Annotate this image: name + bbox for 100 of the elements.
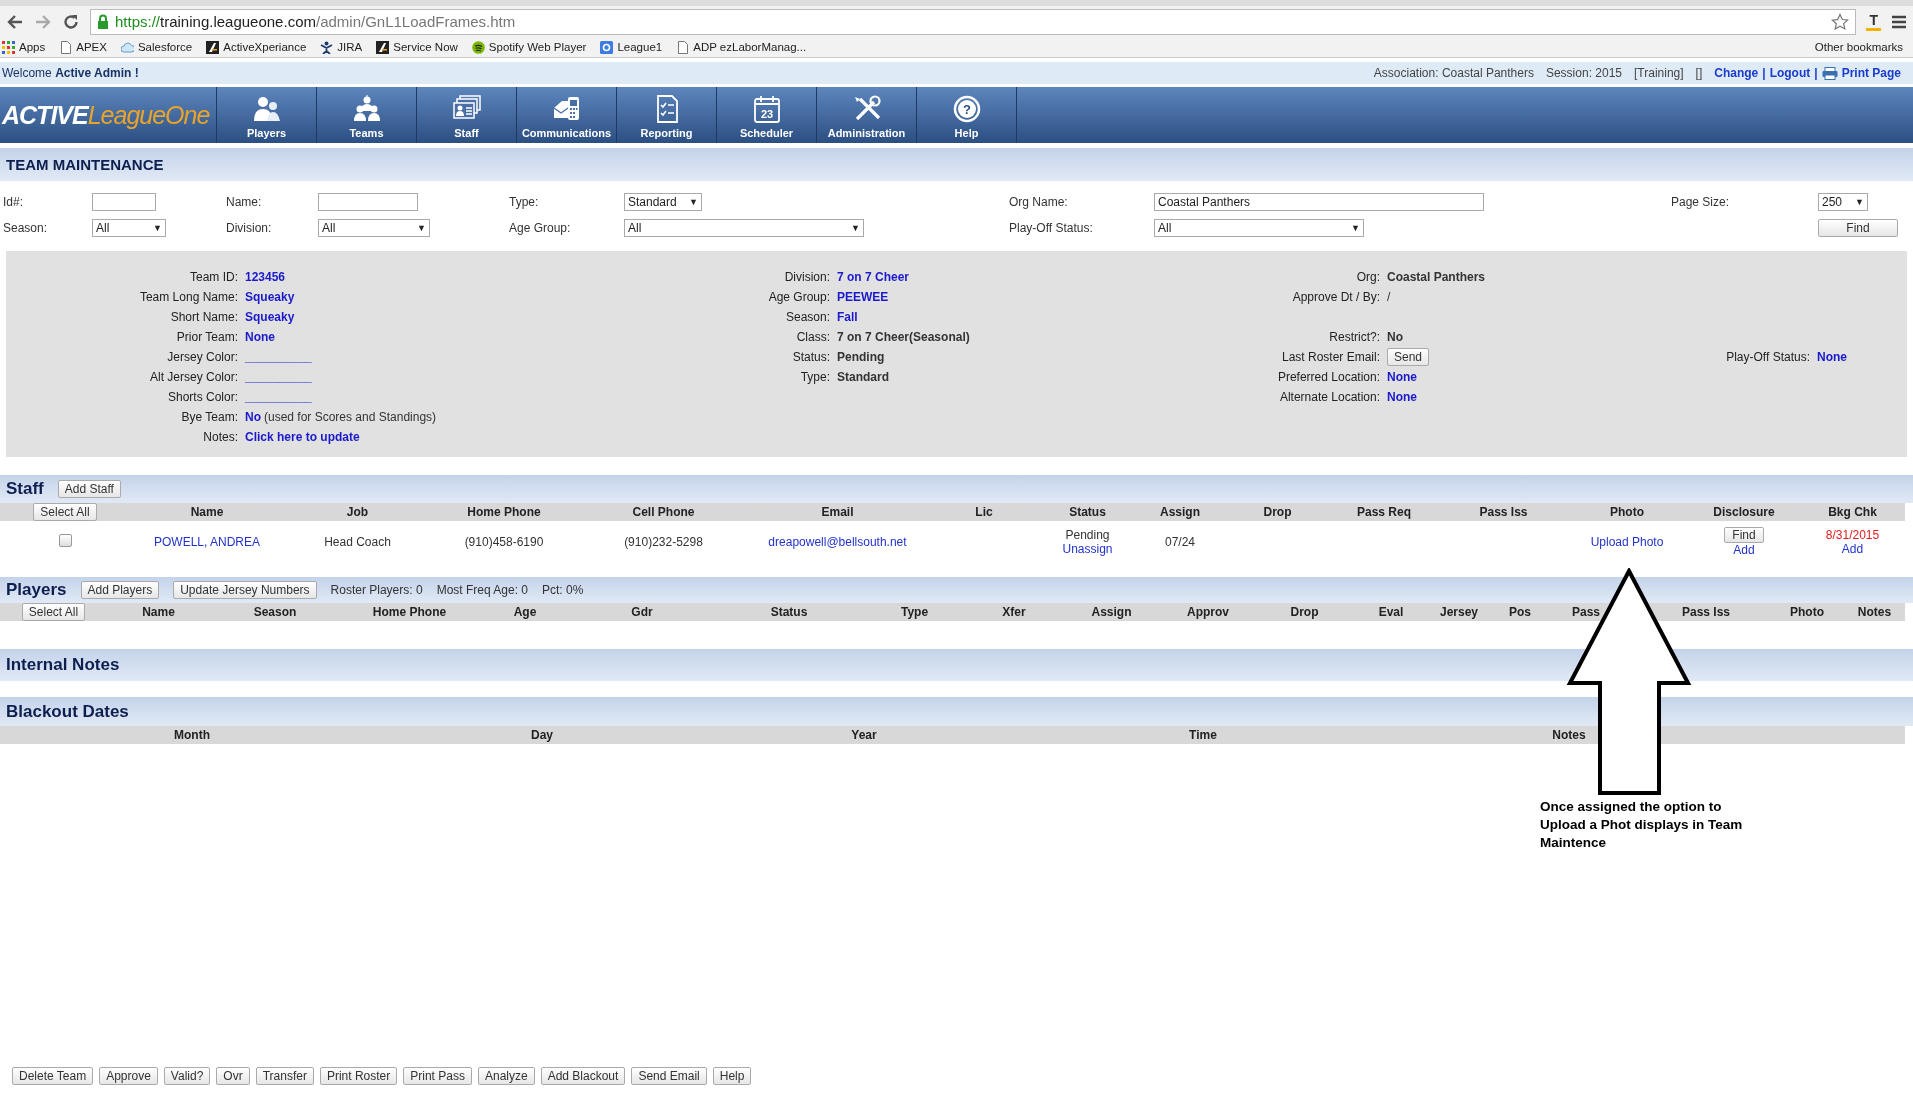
checkbox[interactable]	[58, 534, 72, 547]
action-button[interactable]: Add Players	[80, 581, 160, 599]
dropdown[interactable]: All ▼	[624, 219, 864, 237]
extension-button[interactable]: T	[1866, 12, 1881, 31]
column-header: Pass Iss	[1681, 605, 1730, 619]
field-link[interactable]: Squeaky	[245, 310, 295, 324]
action-button[interactable]: Delete Team	[12, 1067, 94, 1085]
action-button[interactable]: Print Roster	[319, 1067, 398, 1085]
column-header: Approv	[1187, 605, 1229, 619]
nav-item[interactable]: Communications	[517, 87, 617, 143]
stat-text: Pct: 0%	[542, 583, 584, 597]
page-title: TEAM MAINTENANCE	[6, 156, 164, 173]
table-cell-text: Head Coach	[323, 535, 392, 549]
star-icon[interactable]	[1831, 12, 1850, 31]
bookmark[interactable]: League1	[600, 40, 663, 54]
table-link[interactable]: Add	[1800, 542, 1905, 556]
action-button[interactable]: Transfer	[255, 1067, 314, 1085]
field-link[interactable]: Fall	[837, 310, 858, 324]
table-link[interactable]: Upload Photo	[1566, 535, 1688, 549]
nav-item[interactable]: Staff	[417, 87, 517, 143]
field-link[interactable]: Click here to update	[245, 430, 360, 444]
field-link[interactable]: None	[1387, 390, 1417, 404]
field-value: Pending	[837, 350, 885, 364]
table-link[interactable]: Add	[1688, 543, 1800, 557]
action-button[interactable]: Valid?	[163, 1067, 211, 1085]
bookmark[interactable]: JIRA	[320, 40, 363, 54]
field-link[interactable]: None	[1387, 370, 1417, 384]
action-button[interactable]: Analyze	[477, 1067, 535, 1085]
bookmark[interactable]: APEX	[59, 40, 107, 54]
field-label: Bye Team:	[181, 410, 238, 424]
dropdown[interactable]: All ▼	[318, 219, 430, 237]
column-header: Status	[770, 605, 808, 619]
nav-item[interactable]: 23 Scheduler	[717, 87, 817, 143]
people-icon	[251, 94, 282, 124]
select-all-button[interactable]: Select All	[21, 603, 86, 621]
action-button[interactable]: Print Pass	[403, 1067, 472, 1085]
field-label: Shorts Color:	[167, 390, 238, 404]
column-header: Type	[900, 605, 929, 619]
field-link[interactable]: __________	[245, 370, 312, 384]
dropdown[interactable]: 250 ▼	[1818, 193, 1868, 211]
bookmark[interactable]: Salesforce	[120, 40, 193, 54]
action-button[interactable]: Add Blackout	[540, 1067, 626, 1085]
field-link[interactable]: 123456	[245, 270, 286, 284]
menu-icon[interactable]	[1891, 14, 1907, 29]
field-label: Preferred Location:	[1277, 370, 1380, 384]
bookmarks-folder[interactable]: Other bookmarks	[1810, 41, 1911, 53]
table-button[interactable]: Find	[1724, 527, 1764, 543]
field-link[interactable]: None	[245, 330, 275, 344]
bookmark[interactable]: ActiveXperiance	[206, 40, 307, 54]
filter-label: Org Name:	[1009, 195, 1069, 209]
dropdown[interactable]: Standard ▼	[624, 193, 702, 211]
table-link[interactable]: POWELL, ANDREA	[130, 535, 284, 549]
bookmark[interactable]: Spotify Web Player	[471, 40, 587, 54]
action-button[interactable]: Ovr	[216, 1067, 250, 1085]
column-header: Xfer	[1002, 605, 1026, 619]
print-link[interactable]: Print Page	[1821, 66, 1901, 80]
field-link[interactable]: __________	[245, 390, 312, 404]
action-button[interactable]: Add Staff	[57, 480, 121, 498]
table-cell-text: (910)232-5298	[623, 535, 704, 549]
table-link[interactable]: Unassign	[1043, 542, 1132, 556]
action-button[interactable]: Send Email	[631, 1067, 707, 1085]
field-link[interactable]: 7 on 7 Cheer	[837, 270, 910, 284]
address-bar[interactable]: https://training.leagueone.com/admin/GnL1LoadFrames.htm	[90, 8, 1857, 35]
back-icon[interactable]	[6, 12, 24, 31]
field-link[interactable]: __________	[245, 350, 312, 364]
dropdown[interactable]: All ▼	[92, 219, 166, 237]
reload-icon[interactable]	[62, 12, 80, 31]
column-header: Notes	[1857, 605, 1892, 619]
find-button[interactable]: Find	[1818, 219, 1898, 237]
action-button[interactable]: Update Jersey Numbers	[173, 581, 317, 599]
nav-item[interactable]: Administration	[817, 87, 917, 143]
nav-item[interactable]: Reporting	[617, 87, 717, 143]
filter-label: Age Group:	[509, 221, 572, 235]
action-button[interactable]: Help	[712, 1067, 752, 1085]
field-link[interactable]: Squeaky	[245, 290, 295, 304]
text-field[interactable]	[92, 193, 156, 211]
field-link[interactable]: No	[245, 410, 261, 424]
field-label: Status:	[792, 350, 830, 364]
link[interactable]: Logout	[1769, 66, 1811, 80]
bookmark[interactable]: Apps	[2, 40, 46, 54]
field-label: Class:	[796, 330, 830, 344]
link[interactable]: Change	[1714, 66, 1759, 80]
bookmark[interactable]: ADP ezLaborManag...	[676, 40, 807, 54]
column-header: Status	[1069, 505, 1106, 519]
nav-item[interactable]: Players	[217, 87, 317, 143]
column-header: Notes	[1552, 728, 1586, 742]
send-button[interactable]: Send	[1387, 348, 1430, 366]
select-all-button[interactable]: Select All	[33, 503, 97, 521]
text-field[interactable]	[318, 193, 418, 211]
dropdown[interactable]: All ▼	[1154, 219, 1364, 237]
nav-item[interactable]: Teams	[317, 87, 417, 143]
column-header: Name	[190, 505, 224, 519]
action-button[interactable]: Approve	[99, 1067, 158, 1085]
welcome-text: Welcome Active Admin !	[2, 66, 139, 80]
nav-item[interactable]: ? Help	[917, 87, 1017, 143]
field-link[interactable]: PEEWEE	[837, 290, 889, 304]
bookmark[interactable]: Service Now	[376, 40, 458, 54]
table-link[interactable]: dreapowell@bellsouth.net	[750, 535, 925, 549]
text-field[interactable]: Coastal Panthers	[1154, 193, 1484, 211]
field-link[interactable]: None	[1817, 350, 1847, 364]
